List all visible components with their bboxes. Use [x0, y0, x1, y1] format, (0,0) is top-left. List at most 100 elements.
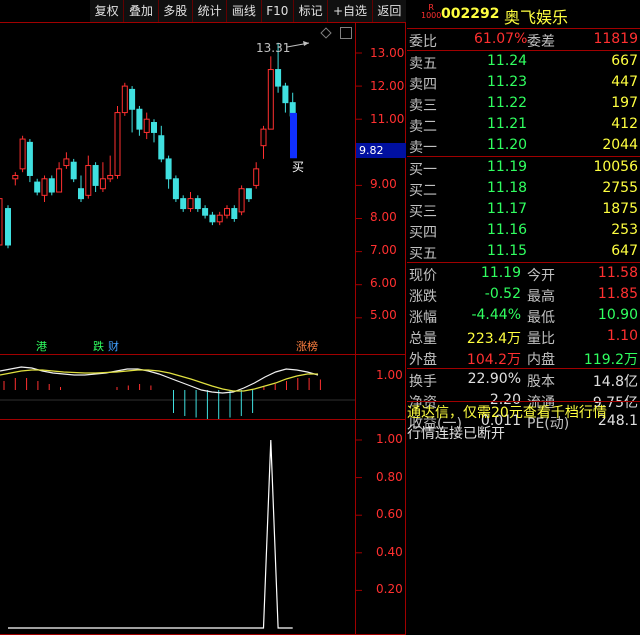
quote-row: 总量 223.4万 量比 1.10 [407, 326, 640, 347]
candle-body [41, 178, 48, 196]
quote-row: 涨幅 -4.44% 最低 10.90 [407, 305, 640, 326]
signal-zhangbang[interactable]: 涨榜 [295, 340, 319, 353]
candle-body [172, 178, 179, 200]
candle-body [209, 214, 216, 223]
order-row-sell[interactable]: 卖二 11.21 412 [407, 114, 640, 135]
candle-body [224, 208, 230, 216]
order-price: 11.16 [487, 222, 528, 238]
order-row-buy[interactable]: 买三 11.17 1875 [407, 199, 640, 220]
candle-body [245, 188, 252, 200]
candle-body [136, 108, 143, 130]
order-label: 卖一 [409, 140, 437, 156]
y-tick-label: 1.00 [376, 368, 403, 382]
order-row-sell[interactable]: 卖三 11.22 197 [407, 93, 640, 114]
order-price: 11.22 [487, 95, 528, 111]
signal-die[interactable]: 跌 [92, 340, 105, 353]
quote-value: 104.2万 [466, 352, 521, 368]
order-row-buy[interactable]: 买二 11.18 2755 [407, 178, 640, 199]
order-volume: 197 [611, 95, 638, 111]
order-row-buy[interactable]: 买五 11.15 647 [407, 241, 640, 262]
macd-line-yellow [0, 369, 318, 392]
candle-body [5, 208, 11, 246]
candle-body [151, 122, 157, 133]
quote-value: 119.2万 [583, 352, 638, 368]
order-volume: 647 [611, 243, 638, 259]
stat-label: 股本 [527, 374, 555, 390]
quote-label: 涨幅 [409, 310, 437, 326]
order-label: 买五 [409, 246, 437, 262]
stock-name: 奥飞娱乐 [504, 8, 569, 27]
y-tick-label: 12.00 [370, 78, 405, 93]
quote-label: 最低 [527, 310, 555, 326]
candle-body [63, 158, 70, 167]
order-label: 卖五 [409, 56, 437, 72]
candle-body [92, 165, 99, 186]
order-row-buy[interactable]: 买四 11.16 253 [407, 220, 640, 241]
candle-body [85, 165, 92, 196]
order-row-sell[interactable]: 卖四 11.23 447 [407, 72, 640, 93]
y-tick-label: 0.40 [376, 544, 403, 559]
quote-value: 11.19 [480, 265, 521, 281]
order-price: 11.24 [487, 53, 528, 69]
candle-body [107, 174, 114, 180]
y-tick-label: 13.00 [370, 46, 405, 60]
quote-label: 最高 [527, 289, 555, 305]
candle-body [114, 112, 121, 176]
order-label: 卖三 [409, 98, 437, 114]
quote-value: 11.85 [597, 286, 638, 302]
candle-body [78, 188, 84, 200]
order-volume: 2044 [602, 137, 638, 153]
order-volume: 2755 [602, 180, 638, 196]
order-label: 卖二 [409, 119, 437, 135]
high-price-annotation: 13.31 [256, 41, 291, 55]
y-tick-label: 9.00 [370, 177, 397, 192]
candle-body [275, 69, 282, 87]
candle-body [70, 161, 77, 180]
candle-body [231, 208, 238, 220]
candle-body [121, 85, 128, 114]
order-volume: 447 [611, 74, 638, 90]
y-tick-label: 1.00 [376, 432, 403, 446]
candle-body [267, 69, 274, 130]
signal-cai[interactable]: 财 [107, 340, 120, 353]
buy-candle [290, 112, 297, 159]
order-price: 11.21 [487, 116, 528, 132]
signal-gang[interactable]: 港 [35, 340, 48, 353]
connection-status: 行情连接已断开 [407, 426, 505, 442]
kline-chart[interactable] [0, 0, 406, 635]
order-volume: 253 [611, 222, 638, 238]
candle-body [253, 168, 260, 186]
candle-body [238, 188, 245, 213]
y-tick-label: 8.00 [370, 210, 397, 224]
ad-message[interactable]: 通达信，仅需20元查看千档行情 [407, 402, 640, 423]
candle-body [56, 168, 63, 193]
quote-value: 10.90 [597, 307, 638, 323]
candle-body [143, 118, 150, 133]
candle-body [0, 198, 3, 246]
order-row-buy[interactable]: 买一 11.19 10056 [407, 157, 640, 178]
order-price: 11.15 [487, 243, 528, 259]
order-row-sell[interactable]: 卖一 11.20 2044 [407, 135, 640, 156]
y-tick-label: 0.60 [376, 507, 403, 522]
y-tick-label: 0.80 [376, 469, 403, 484]
quote-label: 外盘 [409, 352, 437, 368]
order-price: 11.20 [487, 137, 528, 153]
current-price-label: 9.82 [356, 143, 406, 158]
quote-row: 涨跌 -0.52 最高 11.85 [407, 284, 640, 305]
quote-label: 涨跌 [409, 289, 437, 305]
candle-body [129, 88, 136, 110]
candle-body [216, 214, 223, 223]
buy-signal-marker: 买 [292, 160, 305, 174]
order-volume: 667 [611, 53, 638, 69]
signal-line [8, 439, 293, 629]
order-row-sell[interactable]: 卖五 11.24 667 [407, 51, 640, 72]
rights-badge: R 1000 [421, 4, 441, 20]
order-label: 买四 [409, 225, 437, 241]
order-label: 买一 [409, 162, 437, 178]
quote-value: -4.44% [471, 307, 521, 323]
candle-body [158, 135, 165, 160]
candle-body [34, 181, 41, 193]
quote-value: 1.10 [606, 328, 638, 344]
candle-body [180, 198, 187, 210]
quote-value: 223.4万 [466, 331, 521, 347]
